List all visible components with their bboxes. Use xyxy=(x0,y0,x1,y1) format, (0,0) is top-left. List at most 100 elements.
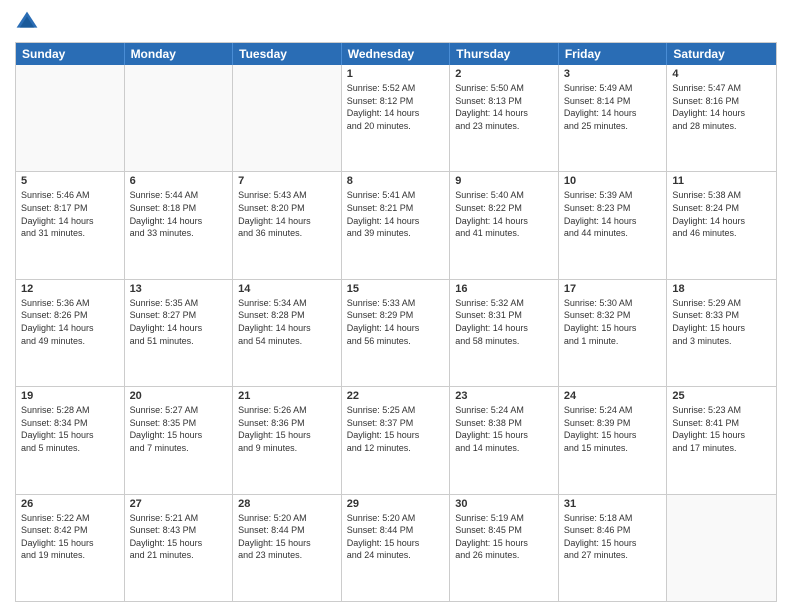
cell-content: Sunrise: 5:49 AM Sunset: 8:14 PM Dayligh… xyxy=(564,82,662,132)
calendar-row-2: 5 Sunrise: 5:46 AM Sunset: 8:17 PM Daylig… xyxy=(16,172,776,279)
calendar-body: 1 Sunrise: 5:52 AM Sunset: 8:12 PM Daylig… xyxy=(16,65,776,601)
calendar-cell-8: 8 Sunrise: 5:41 AM Sunset: 8:21 PM Daylig… xyxy=(342,172,451,278)
day-number: 21 xyxy=(238,390,336,402)
calendar-cell-23: 23 Sunrise: 5:24 AM Sunset: 8:38 PM Dayli… xyxy=(450,387,559,493)
day-number: 17 xyxy=(564,283,662,295)
header-day-saturday: Saturday xyxy=(667,43,776,65)
calendar-cell-3: 3 Sunrise: 5:49 AM Sunset: 8:14 PM Daylig… xyxy=(559,65,668,171)
day-number: 4 xyxy=(672,68,771,80)
cell-content: Sunrise: 5:19 AM Sunset: 8:45 PM Dayligh… xyxy=(455,512,553,562)
cell-content: Sunrise: 5:24 AM Sunset: 8:39 PM Dayligh… xyxy=(564,404,662,454)
cell-content: Sunrise: 5:20 AM Sunset: 8:44 PM Dayligh… xyxy=(238,512,336,562)
calendar-cell-19: 19Sunrise: 5:28 AM Sunset: 8:34 PM Dayli… xyxy=(16,387,125,493)
cell-content: Sunrise: 5:21 AM Sunset: 8:43 PM Dayligh… xyxy=(130,512,228,562)
day-number: 18 xyxy=(672,283,771,295)
day-number: 30 xyxy=(455,498,553,510)
day-number: 26 xyxy=(21,498,119,510)
day-number: 12 xyxy=(21,283,119,295)
calendar-cell-7: 7Sunrise: 5:43 AM Sunset: 8:20 PM Daylig… xyxy=(233,172,342,278)
calendar-cell-2: 2 Sunrise: 5:50 AM Sunset: 8:13 PM Daylig… xyxy=(450,65,559,171)
cell-content: Sunrise: 5:52 AM Sunset: 8:12 PM Dayligh… xyxy=(347,82,445,132)
day-number: 31 xyxy=(564,498,662,510)
calendar-cell-12: 12Sunrise: 5:36 AM Sunset: 8:26 PM Dayli… xyxy=(16,280,125,386)
calendar: SundayMondayTuesdayWednesdayThursdayFrid… xyxy=(15,42,777,602)
header xyxy=(15,10,777,34)
page: SundayMondayTuesdayWednesdayThursdayFrid… xyxy=(0,0,792,612)
cell-content: Sunrise: 5:41 AM Sunset: 8:21 PM Dayligh… xyxy=(347,189,445,239)
day-number: 15 xyxy=(347,283,445,295)
calendar-cell-27: 27 Sunrise: 5:21 AM Sunset: 8:43 PM Dayli… xyxy=(125,495,234,601)
calendar-cell-10: 10 Sunrise: 5:39 AM Sunset: 8:23 PM Dayli… xyxy=(559,172,668,278)
header-day-friday: Friday xyxy=(559,43,668,65)
calendar-cell-empty-0-1 xyxy=(125,65,234,171)
header-day-wednesday: Wednesday xyxy=(342,43,451,65)
day-number: 16 xyxy=(455,283,553,295)
calendar-cell-11: 11 Sunrise: 5:38 AM Sunset: 8:24 PM Dayli… xyxy=(667,172,776,278)
calendar-cell-empty-0-2 xyxy=(233,65,342,171)
day-number: 23 xyxy=(455,390,553,402)
cell-content: Sunrise: 5:18 AM Sunset: 8:46 PM Dayligh… xyxy=(564,512,662,562)
day-number: 27 xyxy=(130,498,228,510)
day-number: 9 xyxy=(455,175,553,187)
calendar-cell-4: 4 Sunrise: 5:47 AM Sunset: 8:16 PM Daylig… xyxy=(667,65,776,171)
cell-content: Sunrise: 5:25 AM Sunset: 8:37 PM Dayligh… xyxy=(347,404,445,454)
cell-content: Sunrise: 5:26 AM Sunset: 8:36 PM Dayligh… xyxy=(238,404,336,454)
calendar-cell-18: 18 Sunrise: 5:29 AM Sunset: 8:33 PM Dayli… xyxy=(667,280,776,386)
cell-content: Sunrise: 5:35 AM Sunset: 8:27 PM Dayligh… xyxy=(130,297,228,347)
calendar-cell-5: 5 Sunrise: 5:46 AM Sunset: 8:17 PM Daylig… xyxy=(16,172,125,278)
cell-content: Sunrise: 5:34 AM Sunset: 8:28 PM Dayligh… xyxy=(238,297,336,347)
cell-content: Sunrise: 5:39 AM Sunset: 8:23 PM Dayligh… xyxy=(564,189,662,239)
calendar-cell-empty-0-0 xyxy=(16,65,125,171)
cell-content: Sunrise: 5:50 AM Sunset: 8:13 PM Dayligh… xyxy=(455,82,553,132)
cell-content: Sunrise: 5:20 AM Sunset: 8:44 PM Dayligh… xyxy=(347,512,445,562)
cell-content: Sunrise: 5:33 AM Sunset: 8:29 PM Dayligh… xyxy=(347,297,445,347)
cell-content: Sunrise: 5:44 AM Sunset: 8:18 PM Dayligh… xyxy=(130,189,228,239)
cell-content: Sunrise: 5:32 AM Sunset: 8:31 PM Dayligh… xyxy=(455,297,553,347)
calendar-cell-22: 22 Sunrise: 5:25 AM Sunset: 8:37 PM Dayli… xyxy=(342,387,451,493)
calendar-cell-29: 29 Sunrise: 5:20 AM Sunset: 8:44 PM Dayli… xyxy=(342,495,451,601)
day-number: 5 xyxy=(21,175,119,187)
day-number: 13 xyxy=(130,283,228,295)
day-number: 14 xyxy=(238,283,336,295)
day-number: 29 xyxy=(347,498,445,510)
day-number: 10 xyxy=(564,175,662,187)
calendar-cell-14: 14 Sunrise: 5:34 AM Sunset: 8:28 PM Dayli… xyxy=(233,280,342,386)
calendar-row-4: 19Sunrise: 5:28 AM Sunset: 8:34 PM Dayli… xyxy=(16,387,776,494)
day-number: 1 xyxy=(347,68,445,80)
cell-content: Sunrise: 5:38 AM Sunset: 8:24 PM Dayligh… xyxy=(672,189,771,239)
cell-content: Sunrise: 5:30 AM Sunset: 8:32 PM Dayligh… xyxy=(564,297,662,347)
day-number: 2 xyxy=(455,68,553,80)
cell-content: Sunrise: 5:22 AM Sunset: 8:42 PM Dayligh… xyxy=(21,512,119,562)
calendar-cell-13: 13 Sunrise: 5:35 AM Sunset: 8:27 PM Dayli… xyxy=(125,280,234,386)
header-day-thursday: Thursday xyxy=(450,43,559,65)
calendar-row-3: 12Sunrise: 5:36 AM Sunset: 8:26 PM Dayli… xyxy=(16,280,776,387)
cell-content: Sunrise: 5:46 AM Sunset: 8:17 PM Dayligh… xyxy=(21,189,119,239)
calendar-row-5: 26 Sunrise: 5:22 AM Sunset: 8:42 PM Dayli… xyxy=(16,495,776,601)
logo xyxy=(15,10,43,34)
calendar-cell-25: 25Sunrise: 5:23 AM Sunset: 8:41 PM Dayli… xyxy=(667,387,776,493)
header-day-monday: Monday xyxy=(125,43,234,65)
calendar-cell-20: 20Sunrise: 5:27 AM Sunset: 8:35 PM Dayli… xyxy=(125,387,234,493)
header-day-tuesday: Tuesday xyxy=(233,43,342,65)
cell-content: Sunrise: 5:29 AM Sunset: 8:33 PM Dayligh… xyxy=(672,297,771,347)
cell-content: Sunrise: 5:24 AM Sunset: 8:38 PM Dayligh… xyxy=(455,404,553,454)
day-number: 7 xyxy=(238,175,336,187)
calendar-cell-28: 28Sunrise: 5:20 AM Sunset: 8:44 PM Dayli… xyxy=(233,495,342,601)
logo-icon xyxy=(15,10,39,34)
calendar-cell-6: 6Sunrise: 5:44 AM Sunset: 8:18 PM Daylig… xyxy=(125,172,234,278)
day-number: 22 xyxy=(347,390,445,402)
day-number: 3 xyxy=(564,68,662,80)
calendar-cell-26: 26 Sunrise: 5:22 AM Sunset: 8:42 PM Dayli… xyxy=(16,495,125,601)
calendar-cell-30: 30 Sunrise: 5:19 AM Sunset: 8:45 PM Dayli… xyxy=(450,495,559,601)
calendar-cell-17: 17 Sunrise: 5:30 AM Sunset: 8:32 PM Dayli… xyxy=(559,280,668,386)
calendar-row-1: 1 Sunrise: 5:52 AM Sunset: 8:12 PM Daylig… xyxy=(16,65,776,172)
day-number: 11 xyxy=(672,175,771,187)
calendar-cell-24: 24 Sunrise: 5:24 AM Sunset: 8:39 PM Dayli… xyxy=(559,387,668,493)
day-number: 8 xyxy=(347,175,445,187)
cell-content: Sunrise: 5:40 AM Sunset: 8:22 PM Dayligh… xyxy=(455,189,553,239)
calendar-header: SundayMondayTuesdayWednesdayThursdayFrid… xyxy=(16,43,776,65)
day-number: 24 xyxy=(564,390,662,402)
cell-content: Sunrise: 5:47 AM Sunset: 8:16 PM Dayligh… xyxy=(672,82,771,132)
day-number: 20 xyxy=(130,390,228,402)
calendar-cell-9: 9 Sunrise: 5:40 AM Sunset: 8:22 PM Daylig… xyxy=(450,172,559,278)
